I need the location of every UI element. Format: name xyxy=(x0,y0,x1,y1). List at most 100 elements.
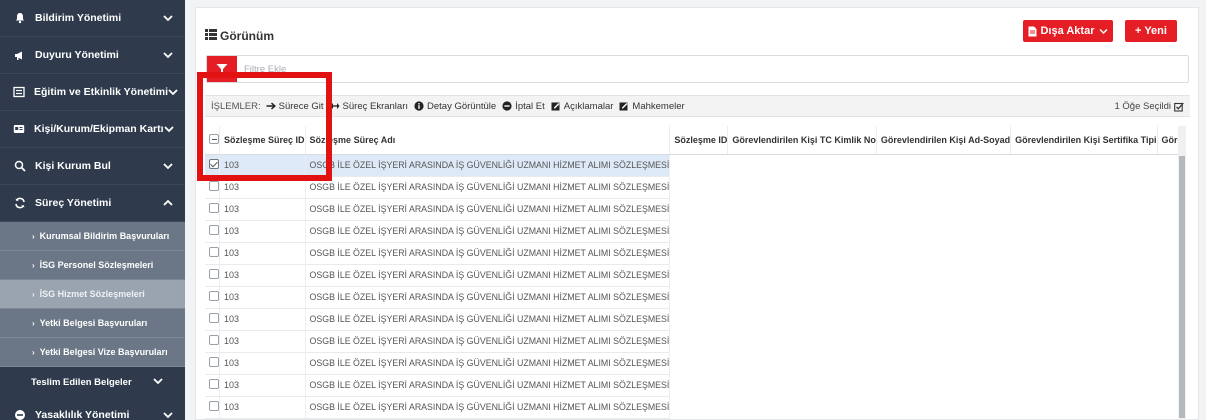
cell-empty xyxy=(1157,396,1178,418)
row-select-cell[interactable] xyxy=(205,330,220,353)
column-header[interactable]: Görevlen xyxy=(1157,126,1178,155)
column-header[interactable]: Sözleşme Süreç ID xyxy=(219,126,306,155)
row-checkbox[interactable] xyxy=(209,379,219,389)
sidebar-item-yasaklilik[interactable]: Yasaklılık Yönetimi xyxy=(0,397,185,420)
cell-process-id: 103 xyxy=(219,330,306,353)
panel-header: Görünüm Dışa Aktar + Yeni xyxy=(196,8,1200,48)
cell-process-id: 103 xyxy=(219,220,306,243)
cell-empty xyxy=(669,198,728,220)
row-checkbox[interactable] xyxy=(209,203,219,213)
cell-empty xyxy=(727,264,877,286)
cell-empty xyxy=(1010,308,1157,330)
go-to-process-button[interactable]: Sürece Git xyxy=(266,101,324,112)
caret-right-icon: › xyxy=(32,231,35,241)
column-header[interactable]: Görevlendirilen Kişi Ad-Soyad xyxy=(876,126,1012,155)
row-checkbox[interactable] xyxy=(209,291,219,301)
cell-empty xyxy=(876,286,1011,308)
row-select-cell[interactable] xyxy=(205,352,220,375)
cell-process-name: OSGB İLE ÖZEL İŞYERİ ARASINDA İŞ GÜVENLİ… xyxy=(305,286,671,309)
new-button[interactable]: + Yeni xyxy=(1125,20,1177,42)
row-checkbox[interactable] xyxy=(209,335,219,345)
page-title-text: Görünüm xyxy=(220,29,274,43)
scrollbar-thumb[interactable] xyxy=(1179,156,1185,418)
table-row[interactable]: 103 OSGB İLE ÖZEL İŞYERİ ARASINDA İŞ GÜVE… xyxy=(205,286,1178,309)
process-screens-button[interactable]: Süreç Ekranları xyxy=(330,101,408,112)
action-label: Mahkemeler xyxy=(632,100,685,112)
table-row[interactable]: 103 OSGB İLE ÖZEL İŞYERİ ARASINDA İŞ GÜVE… xyxy=(205,242,1178,265)
sidebar-subitem-kurumsal-bildirim[interactable]: › Kurumsal Bildirim Başvuruları xyxy=(0,222,185,251)
sidebar-subitem-yetki-vize[interactable]: › Yetki Belgesi Vize Başvuruları xyxy=(0,338,185,367)
row-checkbox[interactable] xyxy=(209,313,219,323)
row-checkbox[interactable] xyxy=(209,269,219,279)
sidebar-item-teslim-edilen[interactable]: Teslim Edilen Belgeler xyxy=(0,367,185,397)
row-select-cell[interactable] xyxy=(205,242,220,265)
column-header[interactable]: Görevlendirilen Kişi TC Kimlik No xyxy=(727,126,877,155)
select-all-checkbox[interactable] xyxy=(209,133,219,144)
column-header[interactable]: Görevlendirilen Kişi Sertifika Tipi xyxy=(1010,126,1158,155)
row-select-cell[interactable] xyxy=(205,220,220,243)
filter-button[interactable] xyxy=(207,56,237,82)
row-select-cell[interactable] xyxy=(205,198,220,221)
vertical-scrollbar[interactable] xyxy=(1178,126,1186,420)
row-checkbox[interactable] xyxy=(209,357,219,367)
table-row[interactable]: 103 OSGB İLE ÖZEL İŞYERİ ARASINDA İŞ GÜVE… xyxy=(205,154,1178,177)
row-select-cell[interactable] xyxy=(205,286,220,309)
sidebar-subitem-isg-personel[interactable]: › İSG Personel Sözleşmeleri xyxy=(0,251,185,280)
table-row[interactable]: 103 OSGB İLE ÖZEL İŞYERİ ARASINDA İŞ GÜVE… xyxy=(205,198,1178,221)
table-row[interactable]: 103 OSGB İLE ÖZEL İŞYERİ ARASINDA İŞ GÜVE… xyxy=(205,396,1178,419)
row-select-cell[interactable] xyxy=(205,176,220,199)
select-all-header[interactable] xyxy=(205,126,220,155)
cell-empty xyxy=(1157,176,1178,198)
cell-empty xyxy=(669,374,728,396)
table-row[interactable]: 103 OSGB İLE ÖZEL İŞYERİ ARASINDA İŞ GÜVE… xyxy=(205,352,1178,375)
row-select-cell[interactable] xyxy=(205,374,220,397)
cancel-button[interactable]: İptal Et xyxy=(502,101,545,112)
row-checkbox[interactable] xyxy=(209,401,219,411)
table-row[interactable]: 103 OSGB İLE ÖZEL İŞYERİ ARASINDA İŞ GÜVE… xyxy=(205,308,1178,331)
row-checkbox[interactable] xyxy=(209,181,219,191)
row-select-cell[interactable] xyxy=(205,396,220,419)
row-checkbox[interactable] xyxy=(209,159,219,169)
sidebar-item-kisi-kurum-bul[interactable]: Kişi Kurum Bul xyxy=(0,148,185,185)
column-header[interactable]: Sözleşme ID xyxy=(669,126,729,155)
filter-input[interactable] xyxy=(244,60,844,78)
chevron-down-icon xyxy=(168,87,178,97)
cell-process-name: OSGB İLE ÖZEL İŞYERİ ARASINDA İŞ GÜVENLİ… xyxy=(305,176,671,199)
cell-empty xyxy=(727,308,877,330)
table-row[interactable]: 103 OSGB İLE ÖZEL İŞYERİ ARASINDA İŞ GÜVE… xyxy=(205,374,1178,397)
table-row[interactable]: 103 OSGB İLE ÖZEL İŞYERİ ARASINDA İŞ GÜVE… xyxy=(205,264,1178,287)
cell-empty xyxy=(876,352,1011,374)
sidebar-subitem-yetki-belgesi[interactable]: › Yetki Belgesi Başvuruları xyxy=(0,309,185,338)
table-body: 103 OSGB İLE ÖZEL İŞYERİ ARASINDA İŞ GÜVE… xyxy=(205,154,1178,419)
view-details-button[interactable]: Detay Görüntüle xyxy=(414,101,496,112)
cell-empty xyxy=(876,396,1011,418)
export-button[interactable]: Dışa Aktar xyxy=(1023,20,1113,42)
sidebar-subitem-isg-hizmet[interactable]: › İSG Hizmet Sözleşmeleri xyxy=(0,280,185,309)
cell-process-name: OSGB İLE ÖZEL İŞYERİ ARASINDA İŞ GÜVENLİ… xyxy=(305,330,671,353)
actions-toolbar: İŞLEMLER: Sürece Git Süreç Ekranları Det… xyxy=(205,95,1190,117)
sidebar-item-egitim[interactable]: Eğitim ve Etkinlik Yönetimi xyxy=(0,74,185,111)
table-row[interactable]: 103 OSGB İLE ÖZEL İŞYERİ ARASINDA İŞ GÜVE… xyxy=(205,176,1178,199)
row-select-cell[interactable] xyxy=(205,154,220,177)
sidebar-item-bildirim[interactable]: Bildirim Yönetimi xyxy=(0,0,185,37)
cell-empty xyxy=(669,176,728,198)
cell-process-id: 103 xyxy=(219,176,306,199)
courts-button[interactable]: Mahkemeler xyxy=(619,100,685,112)
table-row[interactable]: 103 OSGB İLE ÖZEL İŞYERİ ARASINDA İŞ GÜVE… xyxy=(205,330,1178,353)
table-row[interactable]: 103 OSGB İLE ÖZEL İŞYERİ ARASINDA İŞ GÜVE… xyxy=(205,220,1178,243)
row-select-cell[interactable] xyxy=(205,264,220,287)
column-header[interactable]: Sözleşme Süreç Adı xyxy=(305,126,671,155)
selection-count[interactable]: 1 Öğe Seçildi xyxy=(1114,101,1184,112)
sidebar-item-surec-yonetimi[interactable]: Süreç Yönetimi xyxy=(0,185,185,222)
sidebar-item-duyuru[interactable]: Duyuru Yönetimi xyxy=(0,37,185,74)
cell-empty xyxy=(1157,352,1178,374)
cell-empty xyxy=(727,330,877,352)
row-checkbox[interactable] xyxy=(209,225,219,235)
cell-process-id: 103 xyxy=(219,264,306,287)
chevron-down-icon xyxy=(1098,28,1108,35)
descriptions-button[interactable]: Açıklamalar xyxy=(551,101,613,112)
row-checkbox[interactable] xyxy=(209,247,219,257)
row-select-cell[interactable] xyxy=(205,308,220,331)
id-card-icon xyxy=(13,123,25,136)
sidebar-item-kart[interactable]: Kişi/Kurum/Ekipman Kartı xyxy=(0,111,185,148)
